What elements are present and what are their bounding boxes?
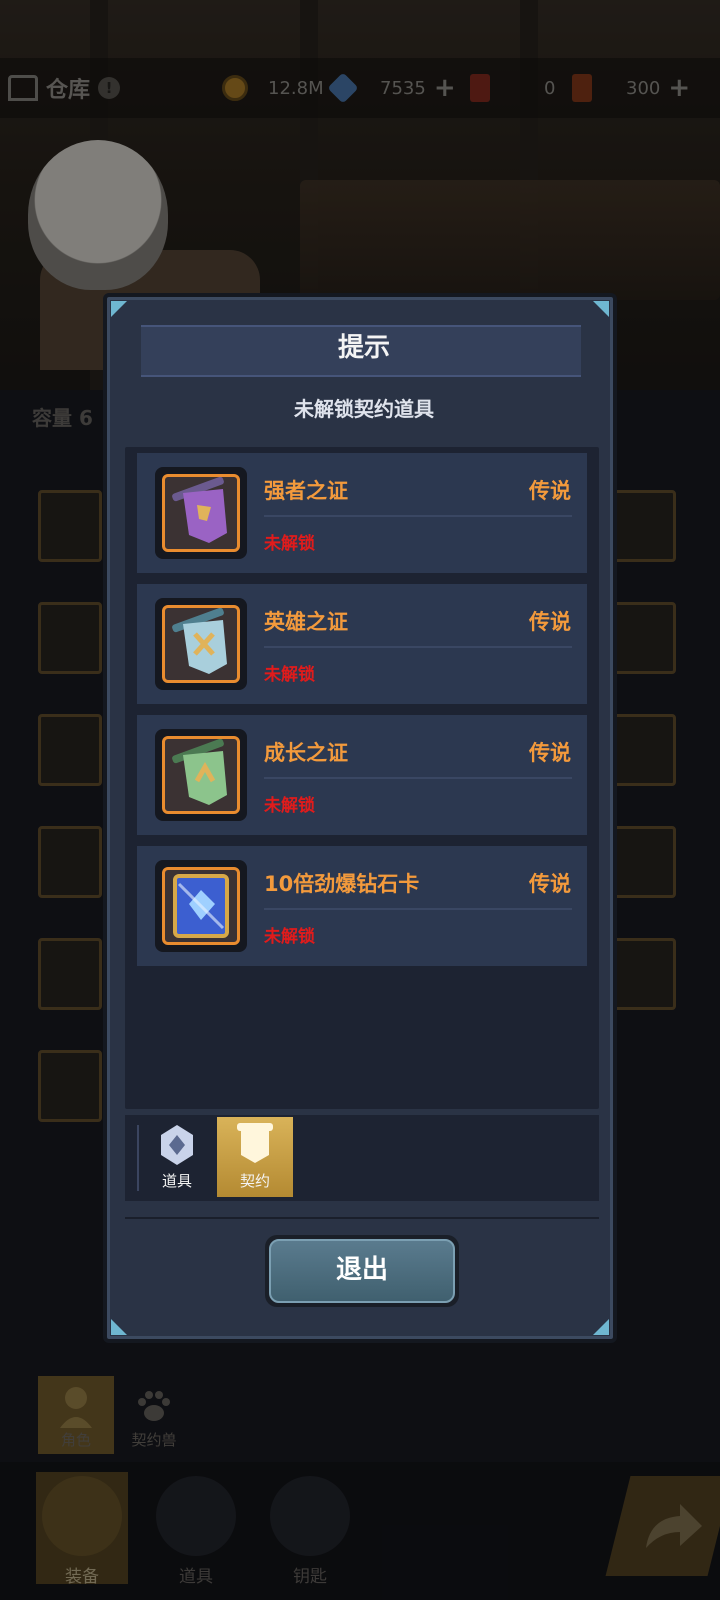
- item-lock-status: 未解锁: [264, 796, 315, 816]
- dialog-subtitle: 未解锁契约道具: [294, 397, 434, 421]
- exit-button[interactable]: 退出: [265, 1235, 459, 1307]
- crystal-item-icon: [161, 1125, 193, 1165]
- tab-label: 道具: [161, 1172, 192, 1190]
- item-name: 英雄之证: [264, 610, 348, 634]
- scroll-banner-icon: [237, 1123, 273, 1163]
- item-rarity: 传说: [529, 479, 571, 503]
- divider: [264, 515, 572, 517]
- item-rarity: 传说: [529, 741, 571, 765]
- tab-contract[interactable]: 契约: [217, 1117, 293, 1197]
- item-name: 成长之证: [264, 741, 348, 765]
- dialog-tab-bar: 道具 契约: [125, 1115, 599, 1201]
- item-rarity: 传说: [529, 610, 571, 634]
- corner-ornament: [111, 1319, 127, 1335]
- divider: [264, 908, 572, 910]
- diamond-card-icon: [173, 874, 229, 938]
- item-lock-status: 未解锁: [264, 665, 315, 685]
- item-lock-status: 未解锁: [264, 534, 315, 554]
- exit-button-label: 退出: [269, 1239, 455, 1303]
- item-frame: [162, 605, 240, 683]
- list-item[interactable]: 英雄之证 传说 未解锁: [137, 584, 587, 704]
- item-name: 10倍劲爆钻石卡: [264, 872, 420, 896]
- list-item[interactable]: 强者之证 传说 未解锁: [137, 453, 587, 573]
- corner-ornament: [593, 1319, 609, 1335]
- item-slot: [155, 598, 247, 690]
- lightblue-banner-icon: [172, 608, 227, 674]
- list-item[interactable]: 10倍劲爆钻石卡 传说 未解锁: [137, 846, 587, 966]
- item-name: 强者之证: [264, 479, 348, 503]
- item-frame: [162, 474, 240, 552]
- item-slot: [155, 729, 247, 821]
- green-banner-icon: [172, 739, 227, 805]
- tab-label: 契约: [239, 1172, 270, 1190]
- corner-ornament: [111, 301, 127, 317]
- contract-item-list: 强者之证 传说 未解锁 英雄之证 传说 未解锁 成长之证 传说 未解锁 10倍劲…: [125, 447, 599, 1109]
- dialog-title: 提示: [337, 333, 390, 363]
- purple-banner-icon: [172, 477, 227, 543]
- unlock-hint-dialog: 提示 未解锁契约道具 强者之证 传说 未解锁 英雄之证 传说 未解锁 成长之证 …: [103, 293, 617, 1343]
- item-frame: [162, 736, 240, 814]
- item-rarity: 传说: [529, 872, 571, 896]
- corner-ornament: [593, 301, 609, 317]
- divider: [125, 1217, 599, 1219]
- list-item[interactable]: 成长之证 传说 未解锁: [137, 715, 587, 835]
- divider: [264, 646, 572, 648]
- item-slot: [155, 467, 247, 559]
- divider: [264, 777, 572, 779]
- tab-items[interactable]: 道具: [139, 1117, 215, 1197]
- item-slot: [155, 860, 247, 952]
- item-lock-status: 未解锁: [264, 927, 315, 947]
- item-frame: [162, 867, 240, 945]
